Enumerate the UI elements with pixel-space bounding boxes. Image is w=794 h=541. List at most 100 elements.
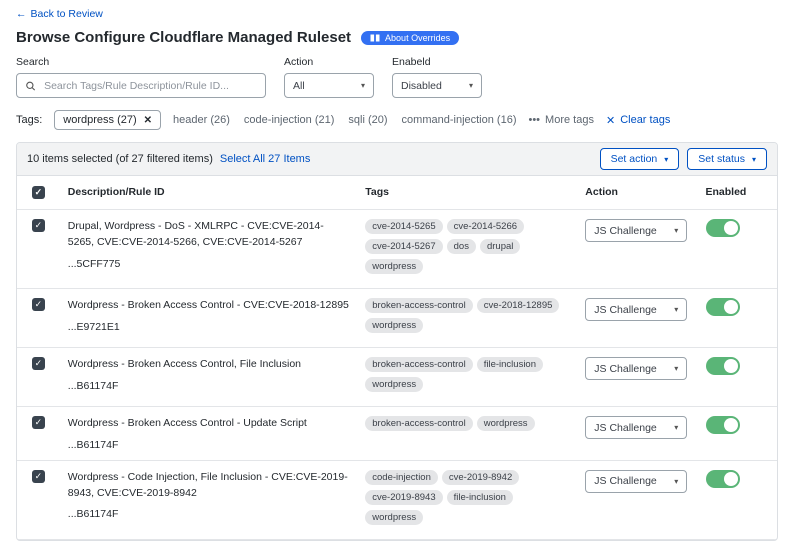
select-all-checkbox[interactable]: ✓ <box>32 186 45 199</box>
title-row: Browse Configure Cloudflare Managed Rule… <box>16 29 778 46</box>
toggle-knob <box>724 472 738 486</box>
set-status-button[interactable]: Set status ▾ <box>687 148 767 170</box>
back-link-label: Back to Review <box>31 8 103 20</box>
set-action-label: Set action <box>611 153 658 165</box>
toggle-knob <box>724 418 738 432</box>
tag-pill: broken-access-control <box>365 298 472 313</box>
tag-pill: file-inclusion <box>477 357 543 372</box>
ellipsis-icon: ••• <box>528 114 540 126</box>
selection-summary: 10 items selected (of 27 filtered items) <box>27 153 213 165</box>
selected-tag-chip[interactable]: wordpress (27) ✕ <box>54 110 161 130</box>
rules-table: ✓ Description/Rule ID Tags Action Enable… <box>17 176 777 540</box>
chevron-down-icon: ▾ <box>361 81 365 90</box>
row-action-value: JS Challenge <box>594 304 656 316</box>
badge-label: About Overrides <box>385 33 450 43</box>
chevron-down-icon: ▾ <box>752 155 756 164</box>
row-checkbox[interactable]: ✓ <box>32 416 45 429</box>
row-checkbox[interactable]: ✓ <box>32 470 45 483</box>
table-row: ✓Wordpress - Code Injection, File Inclus… <box>17 460 777 539</box>
table-row: ✓Wordpress - Broken Access Control - Upd… <box>17 407 777 461</box>
row-action-select[interactable]: JS Challenge ▾ <box>585 298 687 321</box>
tag-pill: cve-2018-12895 <box>477 298 560 313</box>
search-icon <box>25 80 36 92</box>
column-header-tags: Tags <box>357 176 577 210</box>
rule-description: Drupal, Wordpress - DoS - XMLRPC - CVE:C… <box>68 219 349 251</box>
tag-filter-option[interactable]: sqli (20) <box>348 114 387 126</box>
rule-description: Wordpress - Broken Access Control, File … <box>68 357 349 373</box>
rule-id: ...B61174F <box>68 439 349 451</box>
action-filter-select[interactable]: All ▾ <box>284 73 374 98</box>
action-filter-label: Action <box>284 56 374 68</box>
chevron-down-icon: ▾ <box>664 155 668 164</box>
tag-pill: cve-2019-8943 <box>365 490 442 505</box>
row-action-value: JS Challenge <box>594 475 656 487</box>
tag-pill: cve-2019-8942 <box>442 470 519 485</box>
tag-filter-list: header (26) code-injection (21) sqli (20) c… <box>173 114 516 126</box>
toggle-knob <box>724 221 738 235</box>
row-checkbox[interactable]: ✓ <box>32 219 45 232</box>
tag-pill: code-injection <box>365 470 438 485</box>
back-link[interactable]: ← Back to Review <box>16 8 103 20</box>
selected-tag-label: wordpress (27) <box>63 114 136 126</box>
book-icon <box>370 34 380 42</box>
page-title: Browse Configure Cloudflare Managed Rule… <box>16 29 351 46</box>
enabled-filter-group: Enabeld Disabled ▾ <box>392 56 482 98</box>
enabled-filter-select[interactable]: Disabled ▾ <box>392 73 482 98</box>
table-header-row: ✓ Description/Rule ID Tags Action Enable… <box>17 176 777 210</box>
more-tags-label: More tags <box>545 114 594 126</box>
tags-label: Tags: <box>16 114 42 126</box>
tag-filter-option[interactable]: code-injection (21) <box>244 114 335 126</box>
enabled-toggle[interactable] <box>706 357 740 375</box>
rule-id: ...5CFF775 <box>68 258 349 270</box>
row-action-select[interactable]: JS Challenge▾ <box>585 219 687 242</box>
more-tags-button[interactable]: ••• More tags <box>528 114 593 126</box>
enabled-filter-label: Enabeld <box>392 56 482 68</box>
chevron-down-icon: ▾ <box>674 364 678 373</box>
enabled-toggle[interactable] <box>706 416 740 434</box>
search-filter-group: Search <box>16 56 266 98</box>
search-box[interactable] <box>16 73 266 98</box>
enabled-toggle[interactable] <box>706 219 740 237</box>
toggle-knob <box>724 359 738 373</box>
tag-pill: wordpress <box>365 377 423 392</box>
row-checkbox[interactable]: ✓ <box>32 357 45 370</box>
clear-tags-label: Clear tags <box>620 114 670 126</box>
search-input[interactable] <box>42 79 257 93</box>
tag-pill: broken-access-control <box>365 416 472 431</box>
about-overrides-badge[interactable]: About Overrides <box>361 31 459 45</box>
remove-tag-icon[interactable]: ✕ <box>144 115 152 126</box>
page-root: ← Back to Review Browse Configure Cloudf… <box>16 8 778 541</box>
rule-id: ...B61174F <box>68 380 349 392</box>
row-checkbox[interactable]: ✓ <box>32 298 45 311</box>
rule-description: Wordpress - Broken Access Control - CVE:… <box>68 298 349 314</box>
selection-summary-group: 10 items selected (of 27 filtered items)… <box>27 153 310 165</box>
back-arrow-icon: ← <box>16 8 27 20</box>
tag-pill: cve-2014-5267 <box>365 239 442 254</box>
row-action-select[interactable]: JS Challenge ▾ <box>585 357 687 380</box>
enabled-toggle[interactable] <box>706 298 740 316</box>
rules-table-card: 10 items selected (of 27 filtered items)… <box>16 142 778 541</box>
tag-pill: wordpress <box>365 510 423 525</box>
rule-id: ...E9721E1 <box>68 321 349 333</box>
enabled-filter-value: Disabled <box>401 80 442 92</box>
select-all-link[interactable]: Select All 27 Items <box>220 153 311 165</box>
action-filter-value: All <box>293 80 305 92</box>
search-label: Search <box>16 56 266 68</box>
row-action-value: JS Challenge <box>594 422 656 434</box>
chevron-down-icon: ▾ <box>674 305 678 314</box>
chevron-down-icon: ▾ <box>674 423 678 432</box>
tag-filter-option[interactable]: header (26) <box>173 114 230 126</box>
tag-pill: wordpress <box>365 259 423 274</box>
row-action-select[interactable]: JS Challenge ▾ <box>585 416 687 439</box>
tag-pill: file-inclusion <box>447 490 513 505</box>
enabled-toggle[interactable] <box>706 470 740 488</box>
row-action-select[interactable]: JS Challenge▾ <box>585 470 687 493</box>
close-icon: ✕ <box>606 114 615 127</box>
tag-pill: cve-2014-5266 <box>447 219 524 234</box>
tag-pill: dos <box>447 239 476 254</box>
clear-tags-button[interactable]: ✕ Clear tags <box>606 114 670 127</box>
tag-filter-option[interactable]: command-injection (16) <box>402 114 517 126</box>
filter-bar: Search Action All ▾ Enabeld Disabled ▾ <box>16 56 778 98</box>
row-action-value: JS Challenge <box>594 363 656 375</box>
set-action-button[interactable]: Set action ▾ <box>600 148 680 170</box>
